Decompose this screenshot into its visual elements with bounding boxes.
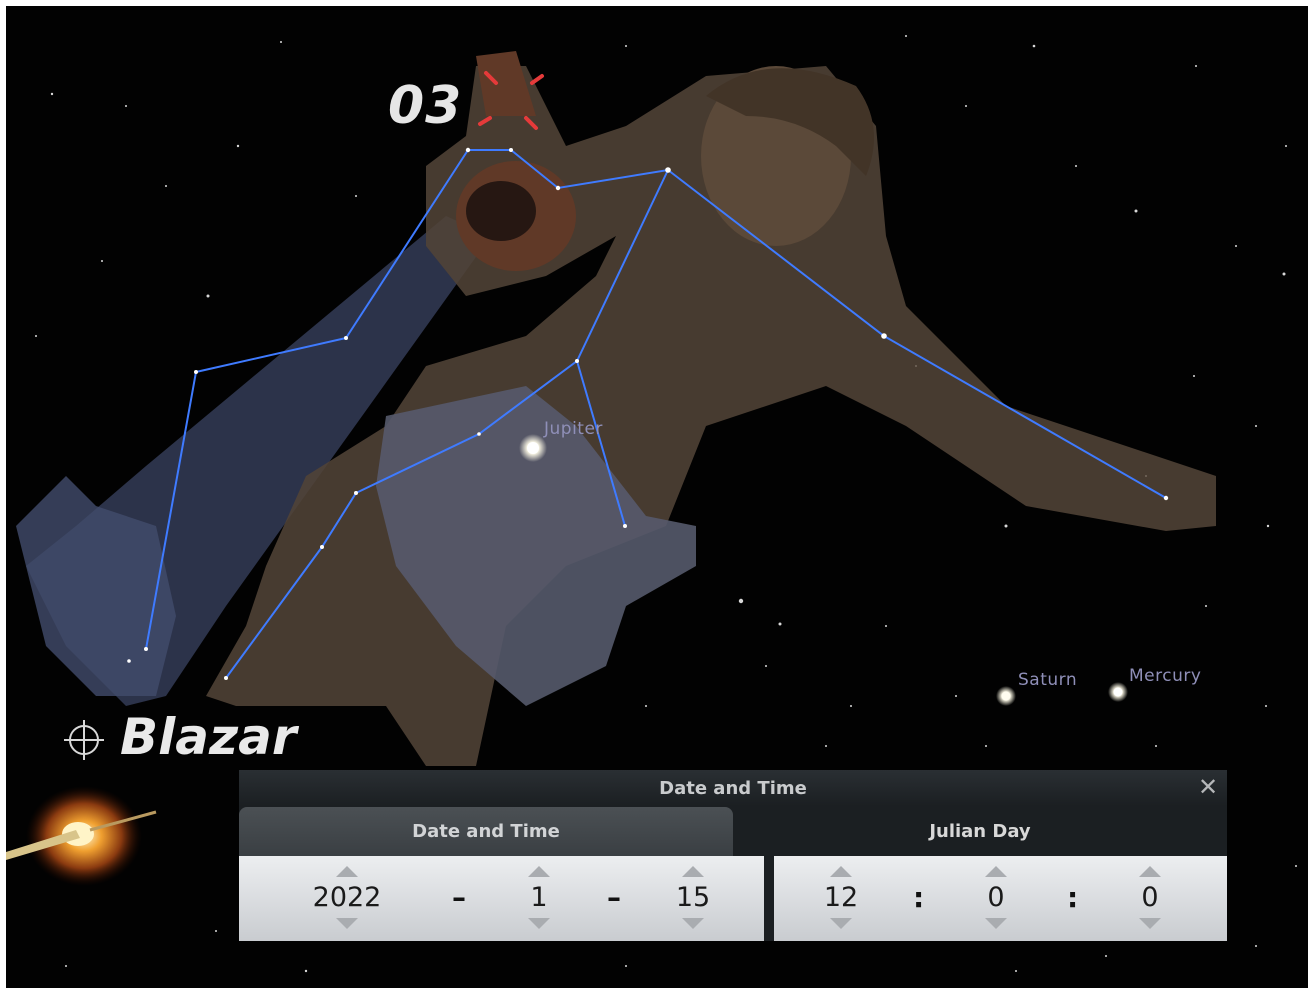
tab-julian-day[interactable]: Julian Day (733, 807, 1227, 856)
day-spinner[interactable]: 15 (653, 856, 733, 941)
date-time-dialog: Date and Time ✕ Date and Time Julian Day… (239, 770, 1227, 941)
year-down-arrow-icon[interactable] (336, 918, 358, 929)
tab-date-and-time[interactable]: Date and Time (239, 807, 733, 856)
planet-label-jupiter: Jupiter (544, 419, 603, 439)
minute-value[interactable]: 0 (956, 882, 1036, 914)
time-separator: : (1067, 881, 1079, 914)
second-spinner[interactable]: 0 (1110, 856, 1190, 941)
hour-value[interactable]: 12 (801, 882, 881, 914)
year-value[interactable]: 2022 (307, 882, 387, 914)
dialog-titlebar[interactable]: Date and Time ✕ (239, 770, 1227, 806)
close-icon[interactable]: ✕ (1195, 774, 1221, 800)
month-value[interactable]: 1 (499, 882, 579, 914)
hour-down-arrow-icon[interactable] (830, 918, 852, 929)
hour-spinner[interactable]: 12 (801, 856, 881, 941)
second-down-arrow-icon[interactable] (1139, 918, 1161, 929)
month-spinner[interactable]: 1 (499, 856, 579, 941)
date-separator: – (607, 881, 621, 914)
second-up-arrow-icon[interactable] (1139, 866, 1161, 877)
constellation-art (16, 51, 1216, 766)
minute-up-arrow-icon[interactable] (985, 866, 1007, 877)
month-down-arrow-icon[interactable] (528, 918, 550, 929)
episode-number: 03 (388, 76, 463, 136)
hour-up-arrow-icon[interactable] (830, 866, 852, 877)
planet-label-mercury: Mercury (1129, 666, 1202, 686)
day-up-arrow-icon[interactable] (682, 866, 704, 877)
dialog-title: Date and Time (659, 778, 807, 799)
second-value[interactable]: 0 (1110, 882, 1190, 914)
day-value[interactable]: 15 (653, 882, 733, 914)
planet-label-saturn: Saturn (1018, 670, 1078, 690)
crosshair-icon (64, 720, 104, 760)
month-up-arrow-icon[interactable] (528, 866, 550, 877)
year-spinner[interactable]: 2022 (307, 856, 387, 941)
day-down-arrow-icon[interactable] (682, 918, 704, 929)
minute-down-arrow-icon[interactable] (985, 918, 1007, 929)
minute-spinner[interactable]: 0 (956, 856, 1036, 941)
date-separator: – (452, 881, 466, 914)
blazar-galaxy-icon (6, 786, 157, 886)
year-up-arrow-icon[interactable] (336, 866, 358, 877)
time-panel: 12 : 0 : 0 (774, 856, 1227, 941)
time-separator: : (913, 881, 925, 914)
brand-title: Blazar (120, 708, 297, 766)
date-panel: 2022 – 1 – 15 (239, 856, 764, 941)
